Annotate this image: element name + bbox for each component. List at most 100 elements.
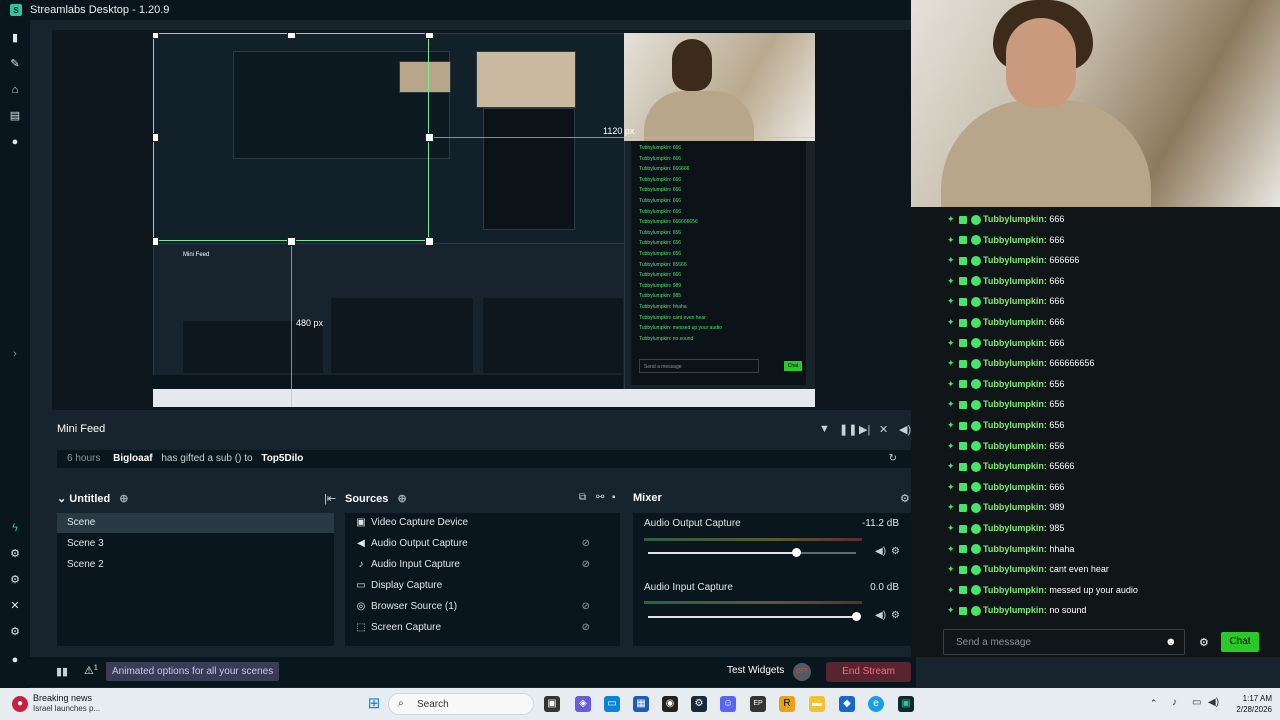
chat-username[interactable]: Tubbylumpkin: <box>983 461 1047 471</box>
chat-username[interactable]: Tubbylumpkin: <box>983 358 1047 368</box>
mute-icon[interactable]: ◀) <box>875 610 886 621</box>
chat-username[interactable]: Tubbylumpkin: <box>983 544 1047 554</box>
settings-icon[interactable]: ⚙ <box>9 626 21 638</box>
alert-icon[interactable]: ⚠1 <box>84 664 98 677</box>
chat-username[interactable]: Tubbylumpkin: <box>983 379 1047 389</box>
skip-icon[interactable]: ▶| <box>859 423 870 436</box>
resize-handle-b[interactable] <box>287 237 296 246</box>
scene-item[interactable]: Scene 3 <box>57 534 334 554</box>
resize-handle-l[interactable] <box>153 133 159 142</box>
chat-username[interactable]: Tubbylumpkin: <box>983 605 1047 615</box>
volume-slider-knob[interactable] <box>852 612 861 621</box>
tray-volume-icon[interactable]: ◀) <box>1208 697 1219 708</box>
taskbar-clock[interactable]: 1:17 AM 2/28/2026 <box>1224 693 1272 715</box>
pause-icon[interactable]: ❚❚ <box>839 423 857 436</box>
chat-username[interactable]: Tubbylumpkin: <box>983 441 1047 451</box>
collapse-panel-icon[interactable]: |⇤ <box>324 492 336 505</box>
source-item[interactable]: ▭ Display Capture <box>345 576 620 596</box>
record-icon[interactable]: ● <box>9 136 21 148</box>
hidden-eye-icon[interactable]: ⊘ <box>582 597 590 617</box>
chat-username[interactable]: Tubbylumpkin: <box>983 276 1047 286</box>
resize-handle-tr[interactable] <box>425 33 434 39</box>
explorer-icon[interactable]: ▭ <box>604 696 620 712</box>
themes-icon[interactable]: ✎ <box>9 58 21 70</box>
resize-handle-bl[interactable] <box>153 237 159 246</box>
add-scene-collection-icon[interactable]: ⊕ <box>119 493 128 505</box>
resize-handle-br[interactable] <box>425 237 434 246</box>
source-properties-icon[interactable]: ▪ <box>612 492 616 503</box>
epic-games-icon[interactable]: EP <box>750 696 766 712</box>
emoji-icon[interactable]: ☻ <box>1165 636 1177 648</box>
mixer-settings-icon[interactable]: ⚙ <box>900 492 910 505</box>
task-view-icon[interactable]: ▣ <box>544 696 560 712</box>
repeat-alert-icon[interactable]: ↻ <box>889 450 897 468</box>
resize-handle-r[interactable] <box>425 133 434 142</box>
cloudbot-icon[interactable]: ⚙ <box>9 574 21 586</box>
streamlabs-taskbar-icon[interactable]: ▣ <box>898 696 914 712</box>
scene-collection-title[interactable]: Untitled <box>69 493 110 505</box>
volume-slider-knob[interactable] <box>792 548 801 557</box>
tray-chevron-icon[interactable]: ⌃ <box>1150 698 1158 709</box>
event-target[interactable]: Top5Dilo <box>261 453 303 464</box>
stream-preview[interactable]: Mini Feed Tubbylumpkin: 666 Tubbylumpkin:… <box>153 33 815 407</box>
source-item[interactable]: ◎ Browser Source (1) ⊘ <box>345 597 620 617</box>
chat-username[interactable]: Tubbylumpkin: <box>983 296 1047 306</box>
taskbar-search[interactable]: Search <box>388 693 534 715</box>
chat-username[interactable]: Tubbylumpkin: <box>983 338 1047 348</box>
chat-username[interactable]: Tubbylumpkin: <box>983 399 1047 409</box>
filter-icon[interactable]: ▼ <box>819 423 830 435</box>
chat-send-button[interactable]: Chat <box>1221 632 1259 652</box>
chat-username[interactable]: Tubbylumpkin: <box>983 214 1047 224</box>
end-stream-button[interactable]: End Stream <box>826 662 911 682</box>
tray-network-icon[interactable]: ▭ <box>1192 697 1201 708</box>
mute-icon[interactable]: ◀) <box>875 546 886 557</box>
layout-icon[interactable]: ▤ <box>9 110 21 122</box>
roblox-icon[interactable]: ◆ <box>839 696 855 712</box>
copilot-icon[interactable]: ◈ <box>575 696 591 712</box>
mute-alerts-icon[interactable]: ✕ <box>879 423 888 436</box>
chat-username[interactable]: Tubbylumpkin: <box>983 523 1047 533</box>
chat-username[interactable]: Tubbylumpkin: <box>983 317 1047 327</box>
resize-handle-t[interactable] <box>287 33 296 39</box>
source-item[interactable]: ◀ Audio Output Capture ⊘ <box>345 534 620 554</box>
ai-highlighter-icon[interactable]: ϟ <box>9 522 21 534</box>
news-icon[interactable]: ● <box>12 696 28 712</box>
performance-icon[interactable]: ▮▮ <box>56 665 68 678</box>
volume-icon[interactable]: ◀) <box>899 423 911 436</box>
steam-icon[interactable]: ⚙ <box>691 696 707 712</box>
folder-icon[interactable]: ▬ <box>809 696 825 712</box>
chat-username[interactable]: Tubbylumpkin: <box>983 255 1047 265</box>
promo-banner[interactable]: Animated options for all your scenes <box>106 662 280 681</box>
chevron-down-icon[interactable]: ⌄ <box>57 493 66 505</box>
news-title[interactable]: Breaking news <box>33 693 92 703</box>
chat-settings-icon[interactable]: ⚙ <box>1199 636 1209 649</box>
expand-arrow-icon[interactable]: › <box>9 348 21 360</box>
chat-username[interactable]: Tubbylumpkin: <box>983 420 1047 430</box>
chat-username[interactable]: Tubbylumpkin: <box>983 564 1047 574</box>
profile-icon[interactable]: ● <box>9 654 21 666</box>
source-item[interactable]: ♪ Audio Input Capture ⊘ <box>345 555 620 575</box>
tray-mic-icon[interactable]: ♪ <box>1172 697 1177 708</box>
source-item[interactable]: ▣ Video Capture Device <box>345 513 620 533</box>
hidden-eye-icon[interactable]: ⊘ <box>582 618 590 638</box>
resize-handle-tl[interactable] <box>153 33 159 39</box>
event-user[interactable]: Bigloaaf <box>113 453 152 464</box>
hidden-eye-icon[interactable]: ⊘ <box>582 534 590 554</box>
tools-icon[interactable]: ✕ <box>9 600 21 612</box>
editor-icon[interactable]: ▮ <box>9 32 21 44</box>
source-item[interactable]: ⬚ Screen Capture ⊘ <box>345 618 620 638</box>
edge-icon[interactable]: e <box>868 696 884 712</box>
discord-icon[interactable]: ☺ <box>720 696 736 712</box>
obs-app-icon[interactable]: ◉ <box>662 696 678 712</box>
channel-settings-icon[interactable]: ⚙ <box>891 610 900 621</box>
add-source-icon[interactable]: ⊕ <box>397 493 406 505</box>
store-app-icon[interactable]: ▦ <box>633 696 649 712</box>
scene-item[interactable]: Scene 2 <box>57 555 334 575</box>
scene-item[interactable]: Scene <box>57 513 334 533</box>
test-widgets-toggle[interactable]: OFF <box>793 663 811 681</box>
chat-input[interactable]: Send a message <box>943 629 1185 655</box>
chat-username[interactable]: Tubbylumpkin: <box>983 585 1047 595</box>
store-icon[interactable]: ⌂ <box>9 84 21 96</box>
news-subtitle[interactable]: Israel launches p... <box>33 704 100 713</box>
channel-settings-icon[interactable]: ⚙ <box>891 546 900 557</box>
